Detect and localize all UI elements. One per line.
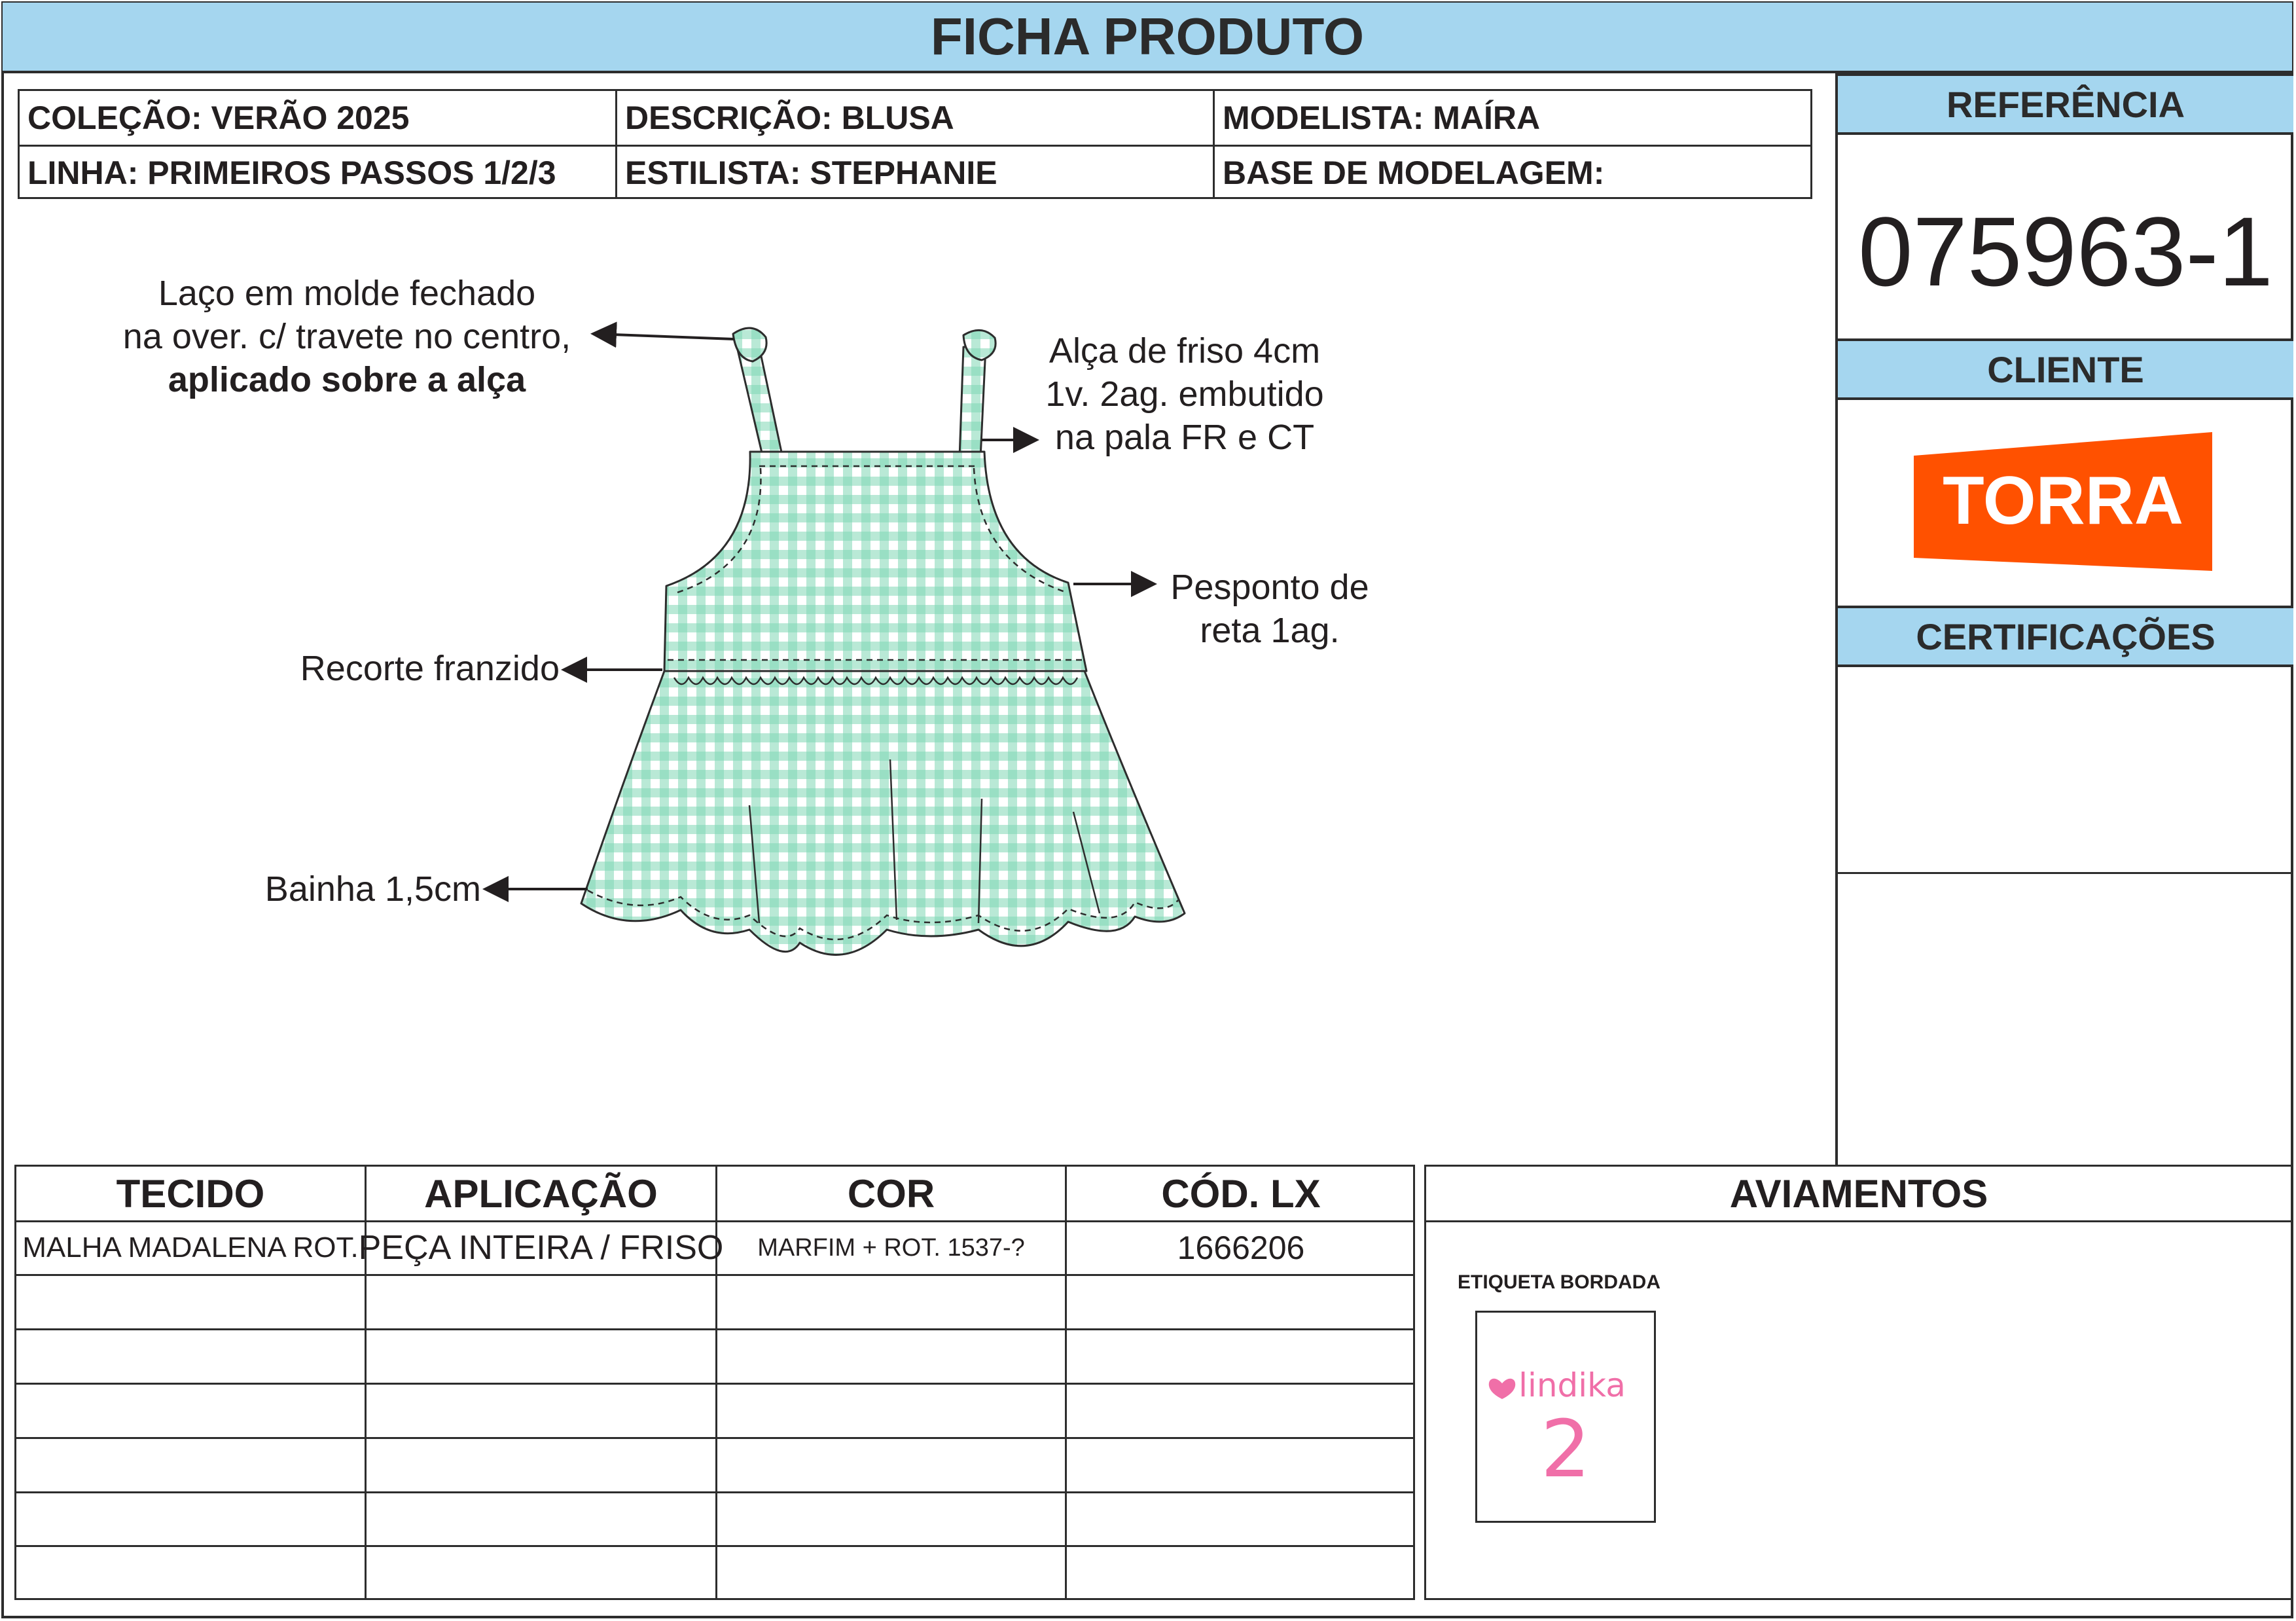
fabric-table: TECIDO APLICAÇÃO COR CÓD. LX MALHA MADAL… bbox=[14, 1165, 1415, 1600]
heart-icon bbox=[1488, 1378, 1516, 1399]
table-cell-aplicacao: PEÇA INTEIRA / FRISO bbox=[358, 1229, 724, 1267]
column-header-cor: COR bbox=[847, 1171, 935, 1216]
label-size-text: 2 bbox=[1541, 1404, 1590, 1495]
label-brand-text: lindika bbox=[1518, 1366, 1626, 1404]
column-header-cod-lx: CÓD. LX bbox=[1161, 1171, 1321, 1216]
table-row-divider bbox=[16, 1491, 1413, 1493]
table-row-divider bbox=[16, 1328, 1413, 1330]
aviamentos-header: AVIAMENTOS bbox=[1426, 1167, 2291, 1222]
column-header-tecido: TECIDO bbox=[116, 1171, 265, 1216]
table-row-divider bbox=[16, 1383, 1413, 1385]
table-row-divider bbox=[16, 1545, 1413, 1547]
aviamento-item-label: ETIQUETA BORDADA bbox=[1458, 1271, 1660, 1293]
table-cell-cod-lx: 1666206 bbox=[1177, 1229, 1305, 1266]
column-header-aplicacao: APLICAÇÃO bbox=[424, 1171, 658, 1216]
arrow-laco bbox=[590, 321, 735, 348]
aviamentos-panel: AVIAMENTOS ETIQUETA BORDADA lindika 2 bbox=[1424, 1165, 2293, 1600]
table-row-divider bbox=[16, 1274, 1413, 1276]
table-cell-cor: MARFIM + ROT. 1537-? bbox=[757, 1233, 1025, 1262]
table-row-divider bbox=[16, 1437, 1413, 1439]
embroidered-label-image: lindika 2 bbox=[1475, 1311, 1656, 1523]
table-cell-tecido: MALHA MADALENA ROT. bbox=[22, 1231, 359, 1264]
